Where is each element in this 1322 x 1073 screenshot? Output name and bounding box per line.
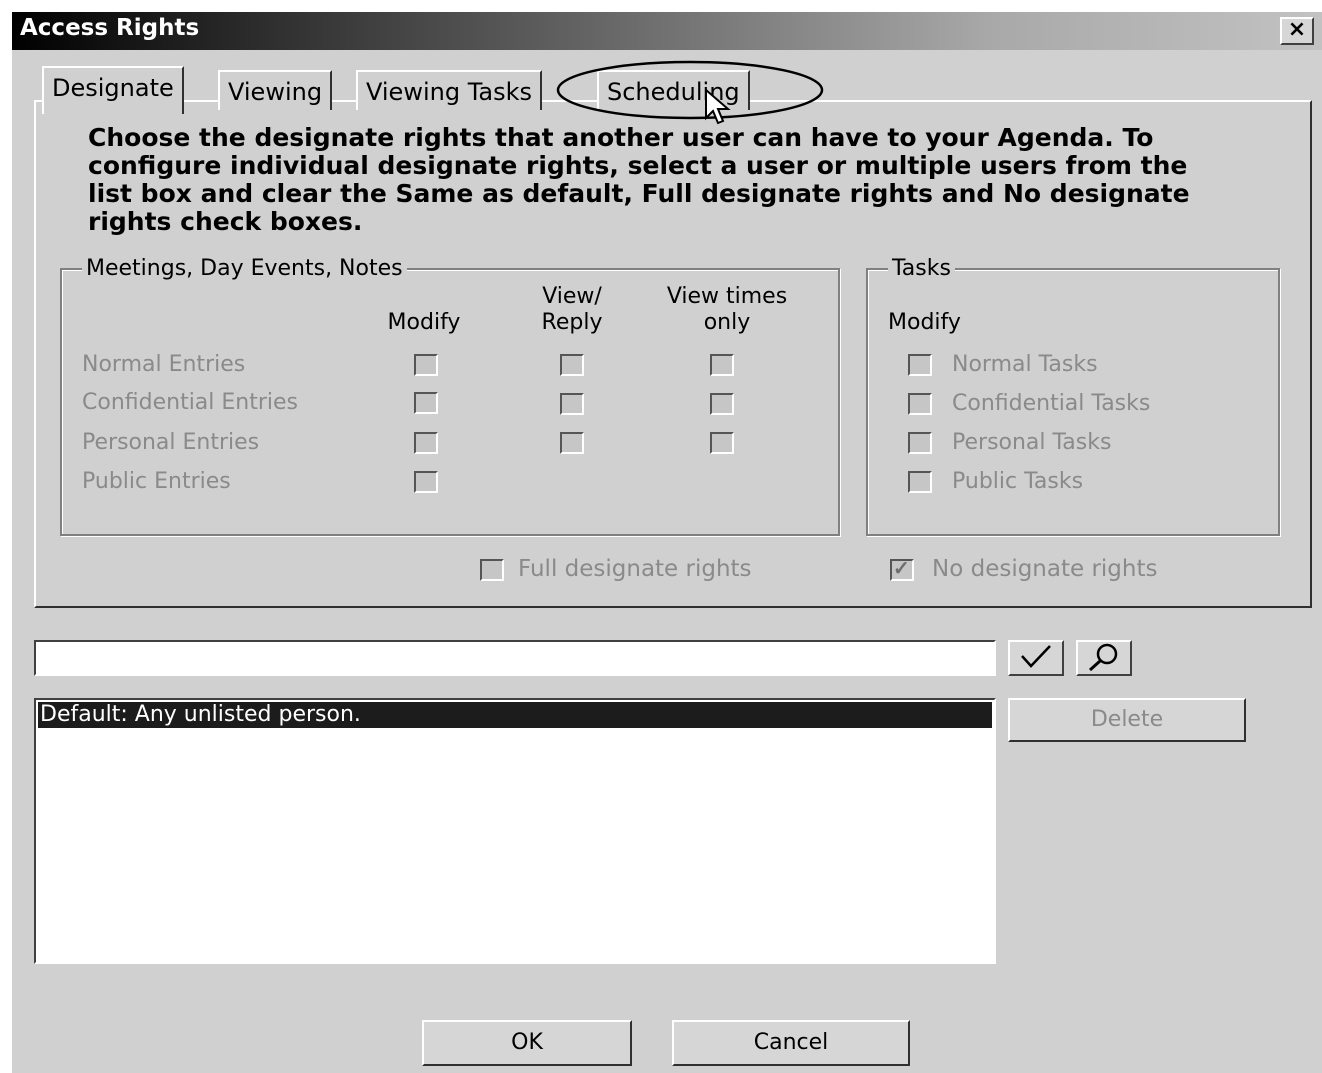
normal-entries-modify-checkbox[interactable]	[414, 354, 438, 376]
title-bar[interactable]: Access Rights ×	[12, 12, 1322, 50]
cancel-button[interactable]: Cancel	[672, 1020, 910, 1066]
row-label-normal-entries: Normal Entries	[82, 352, 246, 377]
public-entries-modify-checkbox[interactable]	[414, 471, 438, 493]
confidential-tasks-checkbox[interactable]	[908, 393, 932, 415]
normal-tasks-checkbox[interactable]	[908, 354, 932, 376]
public-tasks-label: Public Tasks	[952, 469, 1084, 494]
dialog-title: Access Rights	[20, 15, 200, 41]
highlight-ellipse	[556, 60, 824, 120]
personal-tasks-label: Personal Tasks	[952, 430, 1112, 455]
add-user-button[interactable]	[1008, 640, 1064, 676]
row-label-personal-entries: Personal Entries	[82, 430, 260, 455]
tab-viewing[interactable]: Viewing	[218, 70, 333, 110]
personal-entries-modify-checkbox[interactable]	[414, 432, 438, 454]
full-designate-rights-label: Full designate rights	[518, 556, 752, 582]
personal-entries-view-times-checkbox[interactable]	[710, 432, 734, 454]
user-list-box[interactable]: Default: Any unlisted person.	[34, 698, 996, 964]
intro-text: Choose the designate rights that another…	[88, 123, 1190, 236]
meetings-group-label: Meetings, Day Events, Notes	[82, 256, 407, 281]
row-label-confidential-entries: Confidential Entries	[82, 390, 299, 415]
no-designate-rights-checkbox[interactable]	[890, 556, 914, 581]
address-book-search-button[interactable]	[1076, 640, 1132, 676]
personal-tasks-checkbox[interactable]	[908, 432, 932, 454]
col-view-reply-header-line2: Reply	[541, 310, 603, 335]
col-view-reply-header-line1: View/	[542, 284, 602, 309]
ok-button-label: OK	[511, 1030, 543, 1055]
close-button[interactable]: ×	[1280, 17, 1314, 45]
tasks-col-modify-header: Modify	[888, 310, 961, 335]
col-modify-header: Modify	[387, 310, 461, 335]
full-designate-rights-checkbox[interactable]	[480, 559, 504, 581]
ok-button[interactable]: OK	[422, 1020, 632, 1066]
checkmark-icon	[1021, 645, 1051, 668]
tab-designate-label: Designate	[52, 74, 174, 102]
delete-button[interactable]: Delete	[1008, 698, 1246, 742]
no-designate-rights-label: No designate rights	[932, 556, 1158, 582]
delete-button-label: Delete	[1090, 707, 1164, 732]
col-view-times-header-line2: only	[703, 310, 751, 335]
normal-entries-view-reply-checkbox[interactable]	[560, 354, 584, 376]
col-view-times-header-line1: View times	[666, 284, 788, 309]
confidential-entries-view-reply-checkbox[interactable]	[560, 393, 584, 415]
confidential-entries-view-times-checkbox[interactable]	[710, 393, 734, 415]
tasks-group-label: Tasks	[888, 256, 955, 281]
access-rights-dialog: Access Rights × Designate Viewing Viewin…	[12, 12, 1322, 1073]
tab-viewing-tasks[interactable]: Viewing Tasks	[356, 70, 542, 110]
normal-entries-view-times-checkbox[interactable]	[710, 354, 734, 376]
tab-viewing-label: Viewing	[228, 78, 323, 106]
tab-viewing-tasks-label: Viewing Tasks	[366, 78, 532, 106]
close-icon: ×	[1287, 17, 1307, 42]
list-item[interactable]: Default: Any unlisted person.	[38, 702, 992, 728]
user-name-input[interactable]	[34, 640, 996, 676]
personal-entries-view-reply-checkbox[interactable]	[560, 432, 584, 454]
tab-designate[interactable]: Designate	[42, 66, 184, 114]
mouse-cursor-icon	[705, 88, 731, 125]
cancel-button-label: Cancel	[753, 1030, 829, 1055]
confidential-tasks-label: Confidential Tasks	[952, 391, 1151, 416]
public-tasks-checkbox[interactable]	[908, 471, 932, 493]
confidential-entries-modify-checkbox[interactable]	[414, 392, 438, 414]
normal-tasks-label: Normal Tasks	[952, 352, 1098, 377]
magnifier-icon	[1088, 643, 1118, 672]
row-label-public-entries: Public Entries	[82, 469, 231, 494]
